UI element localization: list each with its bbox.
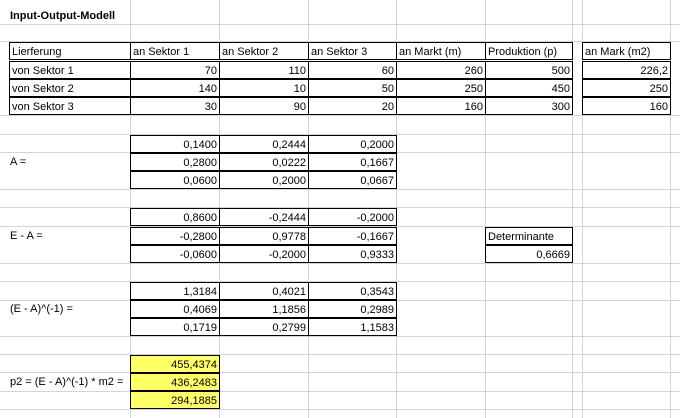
p2-cell[interactable]: 294,1885	[130, 391, 220, 409]
matrix-inv-cell[interactable]: 0,4021	[219, 282, 309, 300]
table-cell[interactable]: 226,2	[582, 61, 671, 79]
matrix-a-cell[interactable]: 0,2444	[219, 135, 309, 153]
gridline	[0, 263, 680, 264]
header-cell[interactable]: an Sektor 2	[219, 42, 309, 60]
table-cell[interactable]: 160	[582, 97, 671, 115]
matrix-ea-cell[interactable]: 0,9778	[219, 227, 309, 245]
p2-cell[interactable]: 455,4374	[130, 355, 220, 373]
matrix-inv-cell[interactable]: 0,3543	[308, 282, 397, 300]
table-cell[interactable]: 20	[308, 97, 397, 115]
table-cell[interactable]: 260	[396, 61, 486, 79]
matrix-a-cell[interactable]: 0,1400	[130, 135, 220, 153]
spreadsheet-grid: Input-Output-Modell Lierferung an Sektor…	[0, 0, 680, 418]
table-cell[interactable]: 50	[308, 79, 397, 97]
matrix-ea-cell[interactable]: -0,1667	[308, 227, 397, 245]
sheet-title[interactable]: Input-Output-Modell	[8, 7, 208, 25]
matrix-a-cell[interactable]: 0,0600	[130, 171, 220, 189]
matrix-a-cell[interactable]: 0,1667	[308, 153, 397, 171]
matrix-a-cell[interactable]: 0,2000	[308, 135, 397, 153]
table-cell[interactable]: 60	[308, 61, 397, 79]
matrix-inv-cell[interactable]: 1,3184	[130, 282, 220, 300]
row-label[interactable]: von Sektor 1	[9, 61, 131, 79]
matrix-ea-cell[interactable]: -0,2444	[219, 208, 309, 226]
table-cell[interactable]: 90	[219, 97, 309, 115]
matrix-inv-label[interactable]: (E - A)^(-1) =	[8, 300, 128, 318]
matrix-a-cell[interactable]: 0,2800	[130, 153, 220, 171]
table-cell[interactable]: 140	[130, 79, 220, 97]
matrix-inv-cell[interactable]: 1,1856	[219, 300, 309, 318]
matrix-ea-cell[interactable]: -0,2000	[219, 245, 309, 263]
header-cell[interactable]: an Sektor 3	[308, 42, 397, 60]
gridline	[0, 391, 680, 392]
gridline	[0, 409, 680, 410]
determinant-label[interactable]: Determinante	[485, 227, 573, 245]
matrix-a-cell[interactable]: 0,0667	[308, 171, 397, 189]
row-label[interactable]: von Sektor 2	[9, 79, 131, 97]
header-cell[interactable]: an Mark (m2)	[582, 42, 671, 60]
table-cell[interactable]: 30	[130, 97, 220, 115]
table-cell[interactable]: 500	[485, 61, 573, 79]
header-cell[interactable]: an Markt (m)	[396, 42, 486, 60]
header-cell[interactable]: Lierferung	[9, 42, 131, 60]
matrix-ea-cell[interactable]: 0,9333	[308, 245, 397, 263]
table-cell[interactable]: 250	[396, 79, 486, 97]
header-cell[interactable]: Produktion (p)	[485, 42, 573, 60]
matrix-inv-cell[interactable]: 0,2799	[219, 318, 309, 336]
matrix-inv-cell[interactable]: 0,1719	[130, 318, 220, 336]
gridline	[0, 115, 680, 116]
matrix-ea-cell[interactable]: 0,8600	[130, 208, 220, 226]
p2-cell[interactable]: 436,2483	[130, 373, 220, 391]
table-cell[interactable]: 300	[485, 97, 573, 115]
matrix-ea-label[interactable]: E - A =	[8, 227, 128, 245]
matrix-ea-cell[interactable]: -0,2800	[130, 227, 220, 245]
matrix-inv-cell[interactable]: 1,1583	[308, 318, 397, 336]
table-cell[interactable]: 110	[219, 61, 309, 79]
p2-label[interactable]: p2 = (E - A)^(-1) * m2 =	[8, 373, 132, 391]
table-cell[interactable]: 10	[219, 79, 309, 97]
header-cell[interactable]: an Sektor 1	[130, 42, 220, 60]
table-cell[interactable]: 70	[130, 61, 220, 79]
row-label[interactable]: von Sektor 3	[9, 97, 131, 115]
gridline	[0, 336, 680, 337]
table-cell[interactable]: 250	[582, 79, 671, 97]
table-cell[interactable]: 160	[396, 97, 486, 115]
matrix-inv-cell[interactable]: 0,4069	[130, 300, 220, 318]
determinant-value[interactable]: 0,6669	[485, 245, 573, 263]
matrix-ea-cell[interactable]: -0,0600	[130, 245, 220, 263]
matrix-a-cell[interactable]: 0,2000	[219, 171, 309, 189]
table-cell[interactable]: 450	[485, 79, 573, 97]
matrix-ea-cell[interactable]: -0,2000	[308, 208, 397, 226]
matrix-a-cell[interactable]: 0,0222	[219, 153, 309, 171]
matrix-inv-cell[interactable]: 0,2989	[308, 300, 397, 318]
gridline	[0, 189, 680, 190]
matrix-a-label[interactable]: A =	[8, 153, 128, 171]
gridline	[0, 354, 680, 355]
